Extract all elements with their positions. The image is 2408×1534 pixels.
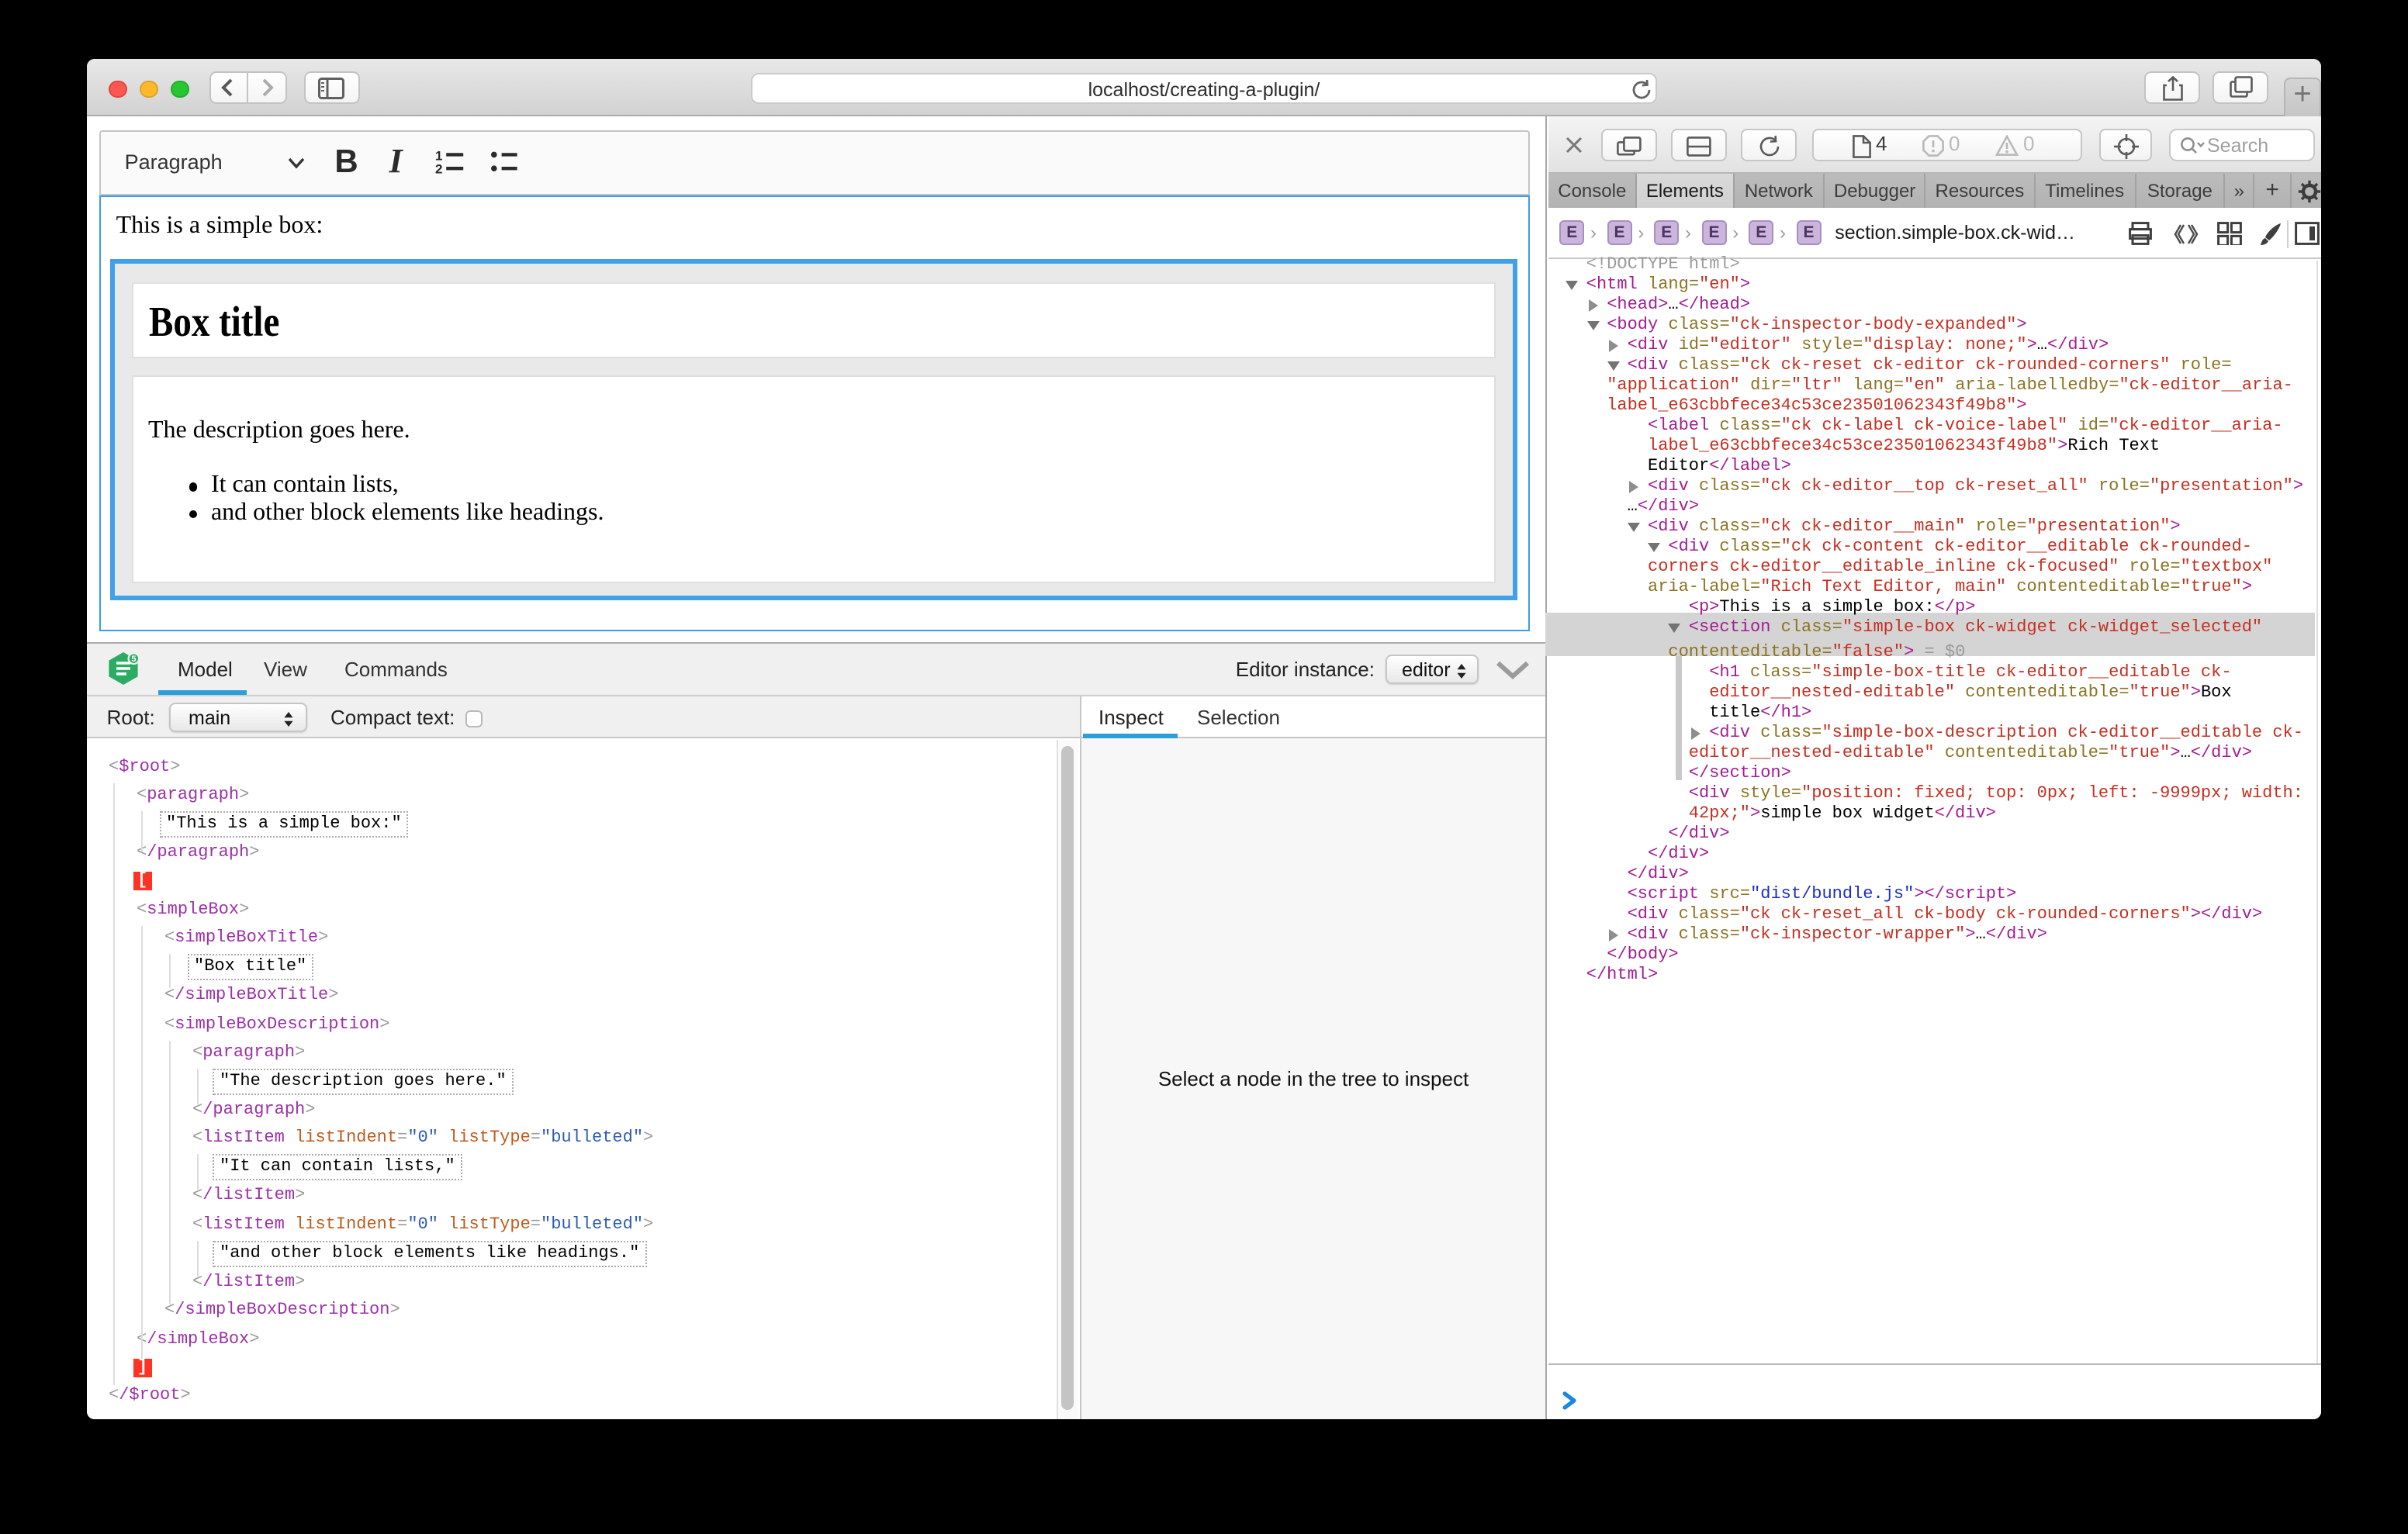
svg-text:1: 1	[436, 147, 443, 162]
svg-text:5: 5	[130, 654, 135, 663]
svg-text:2: 2	[436, 161, 443, 176]
